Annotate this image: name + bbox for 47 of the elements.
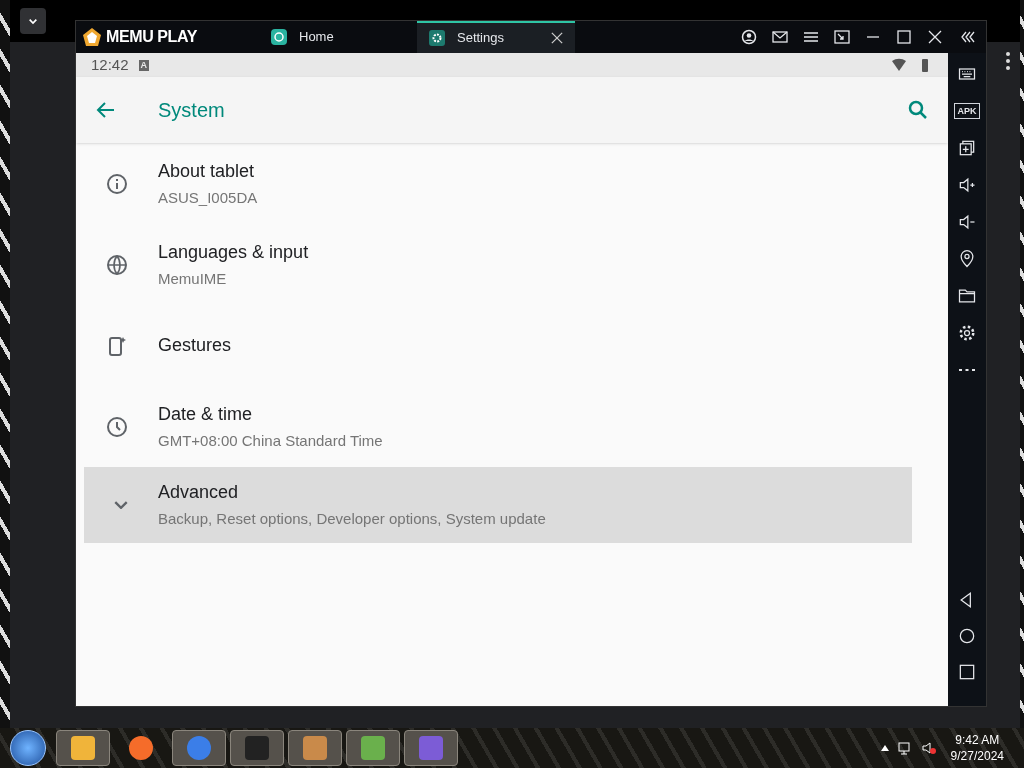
setting-summary: MemuIME: [158, 268, 228, 289]
account-icon: [741, 29, 757, 45]
setting-title: About tablet: [158, 159, 256, 183]
tab[interactable]: Settings: [417, 21, 575, 53]
close-icon: [927, 29, 943, 45]
setting-title: Gestures: [158, 334, 232, 357]
tab[interactable]: Home: [259, 21, 417, 53]
clock-icon: [105, 414, 129, 439]
settings-item[interactable]: Gestures: [76, 305, 948, 386]
tab-list-button[interactable]: [20, 8, 46, 34]
more-icon: [959, 368, 975, 371]
info-icon: [105, 171, 129, 196]
setting-title: Advanced: [158, 481, 240, 505]
close-icon: [551, 32, 563, 44]
globe-icon: [105, 252, 129, 277]
setting-title: Languages & input: [158, 240, 309, 264]
settings-item[interactable]: Advanced Backup, Reset options, Developer options, System update: [84, 467, 912, 543]
speaker-muted-icon: [920, 740, 937, 756]
screen-title: System: [158, 98, 226, 123]
setting-summary: GMT+08:00 China Standard Time: [158, 430, 383, 451]
app-logo: MEMU PLAY: [106, 27, 197, 47]
minimize-icon: [865, 36, 881, 38]
notification-icon: A: [138, 59, 150, 71]
network-icon: [896, 740, 913, 756]
clock-date: 9/27/2024: [950, 748, 1004, 764]
chevron-down-icon: [114, 501, 128, 509]
status-time: 12:42: [91, 54, 129, 75]
home-app-icon: [271, 29, 287, 45]
settings-item[interactable]: About tablet ASUS_I005DA: [76, 143, 948, 224]
setting-title: Date & time: [158, 402, 254, 426]
mail-icon: [772, 29, 788, 45]
home-circle-icon: [957, 626, 977, 646]
tray-arrow-icon: [880, 745, 889, 751]
more-icon: [1006, 52, 1010, 70]
menu-icon: [803, 29, 819, 45]
resize-window-icon: [834, 29, 850, 45]
apk-install-icon[interactable]: APK: [954, 102, 980, 119]
clock-time: 9:42 AM: [955, 732, 1000, 748]
start-button[interactable]: [10, 730, 46, 766]
pentagon-logo-icon: [82, 27, 102, 47]
wifi-icon: [891, 57, 907, 73]
recents-square-icon: [957, 662, 977, 682]
settings-item[interactable]: Date & time GMT+08:00 China Standard Time: [76, 386, 948, 467]
setting-summary: ASUS_I005DA: [158, 187, 258, 208]
maximize-icon: [896, 29, 912, 45]
setting-summary: Backup, Reset options, Developer options, System update: [158, 509, 546, 530]
settings-item[interactable]: Languages & input MemuIME: [76, 224, 948, 305]
